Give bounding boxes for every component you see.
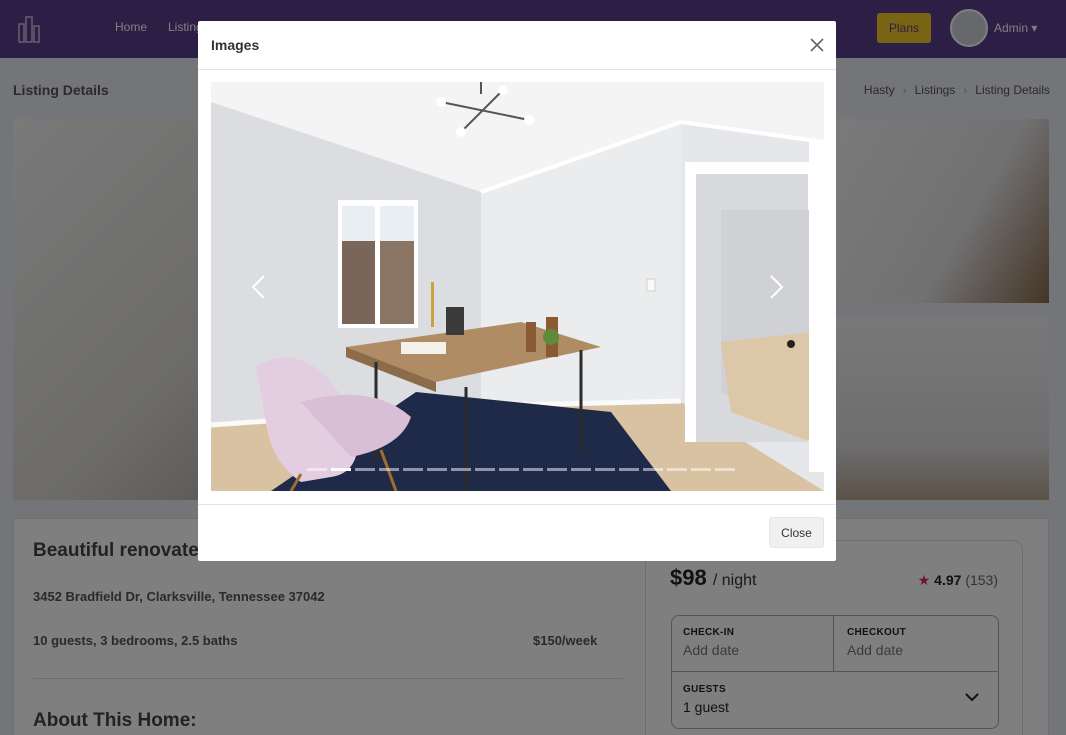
carousel-indicator[interactable] xyxy=(427,468,447,471)
modal-title: Images xyxy=(211,37,260,53)
carousel-indicator[interactable] xyxy=(571,468,591,471)
images-modal: Images Close xyxy=(198,21,836,561)
carousel-indicator[interactable] xyxy=(547,468,567,471)
carousel-indicator[interactable] xyxy=(667,468,687,471)
chevron-right-icon[interactable] xyxy=(763,274,789,300)
carousel-indicator[interactable] xyxy=(691,468,711,471)
carousel-indicator[interactable] xyxy=(403,468,423,471)
image-carousel xyxy=(211,82,824,491)
carousel-indicator[interactable] xyxy=(331,468,351,471)
carousel-slide-image xyxy=(211,82,824,491)
carousel-indicator[interactable] xyxy=(715,468,735,471)
chevron-left-icon[interactable] xyxy=(246,274,272,300)
modal-header: Images xyxy=(198,21,836,70)
carousel-indicator[interactable] xyxy=(643,468,663,471)
close-icon[interactable] xyxy=(808,36,826,54)
close-button[interactable]: Close xyxy=(769,517,824,548)
carousel-indicator[interactable] xyxy=(451,468,471,471)
carousel-indicator[interactable] xyxy=(475,468,495,471)
carousel-indicator[interactable] xyxy=(355,468,375,471)
carousel-indicator[interactable] xyxy=(595,468,615,471)
carousel-indicator[interactable] xyxy=(307,468,327,471)
carousel-indicator[interactable] xyxy=(619,468,639,471)
carousel-indicator[interactable] xyxy=(499,468,519,471)
modal-footer: Close xyxy=(198,504,836,561)
carousel-indicator[interactable] xyxy=(379,468,399,471)
carousel-indicators xyxy=(307,468,735,471)
carousel-indicator[interactable] xyxy=(523,468,543,471)
